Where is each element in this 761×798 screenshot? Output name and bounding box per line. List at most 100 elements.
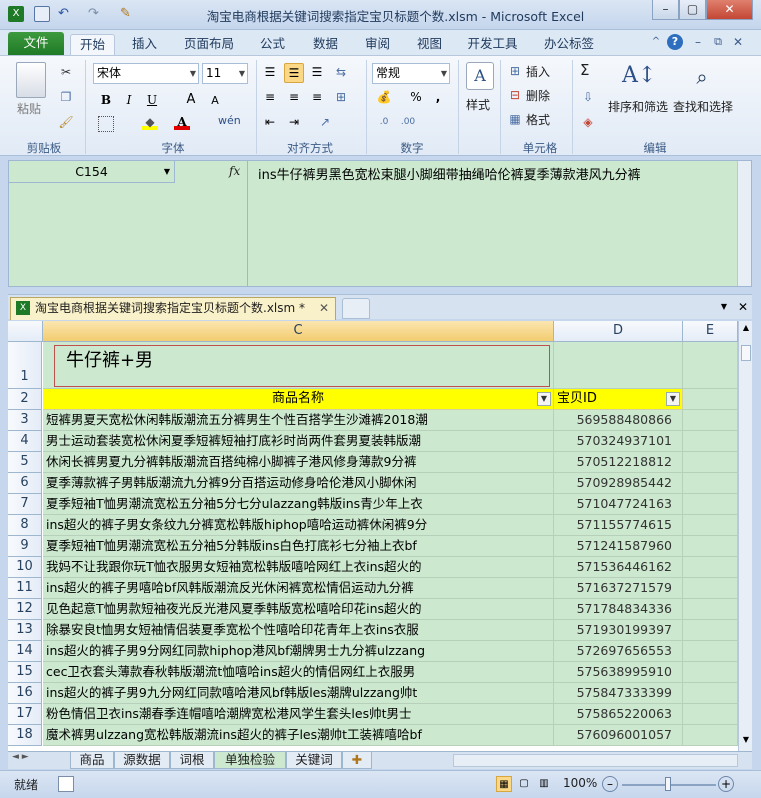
shrink-font-icon[interactable]: A: [207, 93, 223, 109]
tab-home[interactable]: 开始: [70, 34, 115, 55]
cell-e[interactable]: [683, 536, 738, 557]
cell-e[interactable]: [683, 704, 738, 725]
paste-icon[interactable]: [16, 62, 46, 98]
row-header[interactable]: 4: [8, 431, 42, 452]
cell-c1[interactable]: 牛仔裤+男: [43, 342, 554, 389]
tab-page-layout[interactable]: 页面布局: [178, 34, 240, 55]
cell-e[interactable]: [683, 452, 738, 473]
merge-center-icon[interactable]: ⊞: [333, 89, 349, 105]
row-header[interactable]: 2: [8, 389, 42, 410]
zoom-slider-thumb[interactable]: [665, 777, 671, 791]
cell-d1[interactable]: [554, 342, 683, 389]
insert-cells-button[interactable]: 插入: [526, 63, 550, 80]
product-name-cell[interactable]: 男士运动套装宽松休闲夏季短裤短袖打底衫时尚两件套男夏装韩版潮: [43, 431, 554, 452]
font-size-combo[interactable]: 11 ▼: [202, 63, 248, 84]
align-left-icon[interactable]: ≡: [262, 89, 278, 105]
copy-icon[interactable]: ❐: [58, 89, 74, 105]
styles-icon[interactable]: A: [466, 62, 494, 90]
clear-icon[interactable]: ◈: [580, 114, 596, 130]
find-select-button[interactable]: 查找和选择: [673, 98, 733, 115]
cell-e[interactable]: [683, 410, 738, 431]
row-header[interactable]: 12: [8, 599, 42, 620]
paste-button[interactable]: 粘贴: [17, 100, 41, 117]
row-header[interactable]: 9: [8, 536, 42, 557]
close-tab-icon[interactable]: ✕: [319, 298, 329, 319]
decrease-decimal-icon[interactable]: .00: [400, 114, 416, 130]
sheet-nav-icon[interactable]: ◄ ►: [12, 752, 29, 762]
sheet-tab-products[interactable]: 商品: [70, 752, 114, 769]
macro-record-icon[interactable]: [58, 776, 74, 792]
tab-insert[interactable]: 插入: [122, 34, 167, 55]
item-id-cell[interactable]: 571637271579: [554, 578, 683, 599]
comma-icon[interactable]: ,: [430, 89, 446, 105]
format-painter-icon[interactable]: 🖌: [58, 114, 74, 130]
item-id-cell[interactable]: 572697656553: [554, 641, 683, 662]
item-id-cell[interactable]: 571536446162: [554, 557, 683, 578]
product-name-cell[interactable]: ins超火的裤子男9九分网红同款嘻哈港风bf韩版les潮牌ulzzang帅t: [43, 683, 554, 704]
find-select-icon[interactable]: ⌕: [688, 62, 716, 92]
format-cells-icon[interactable]: ▦: [507, 111, 523, 127]
sort-filter-icon[interactable]: A↕: [622, 61, 656, 93]
column-header-c[interactable]: C: [43, 321, 554, 342]
cell-e[interactable]: [683, 599, 738, 620]
align-right-icon[interactable]: ≡: [309, 89, 325, 105]
row-header[interactable]: 16: [8, 683, 42, 704]
tab-data[interactable]: 数据: [303, 34, 348, 55]
cell-e[interactable]: [683, 620, 738, 641]
product-name-cell[interactable]: 短裤男夏天宽松休闲韩版潮流五分裤男生个性百搭学生沙滩裤2018潮: [43, 410, 554, 431]
fill-color-icon[interactable]: ◆: [142, 114, 158, 130]
product-name-cell[interactable]: ins超火的裤子男女条纹九分裤宽松韩版hiphop嘻哈运动裤休闲裤9分: [43, 515, 554, 536]
row-header[interactable]: 13: [8, 620, 42, 641]
help-icon[interactable]: ?: [667, 34, 683, 50]
cell-e[interactable]: [683, 662, 738, 683]
column-header-d[interactable]: D: [554, 321, 683, 342]
phonetic-button[interactable]: wén: [218, 114, 241, 127]
product-name-cell[interactable]: ins超火的裤子男嘻哈bf风韩版潮流反光休闲裤宽松情侣运动九分裤: [43, 578, 554, 599]
align-middle-icon[interactable]: ☰: [284, 63, 304, 83]
row-header[interactable]: 5: [8, 452, 42, 473]
item-id-cell[interactable]: 575638995910: [554, 662, 683, 683]
wb-minimize-icon[interactable]: –: [690, 34, 706, 50]
item-id-cell[interactable]: 576096001057: [554, 725, 683, 746]
zoom-level[interactable]: 100%: [563, 776, 597, 790]
row-header[interactable]: 11: [8, 578, 42, 599]
cut-icon[interactable]: ✂: [58, 64, 74, 80]
tab-list-icon[interactable]: ▼: [716, 299, 732, 315]
formula-scrollbar[interactable]: [737, 161, 751, 286]
horizontal-scrollbar[interactable]: [453, 754, 738, 767]
cell-e[interactable]: [683, 494, 738, 515]
product-name-cell[interactable]: 夏季短袖T恤男潮流宽松五分袖5分韩版ins白色打底衫七分袖上衣bf: [43, 536, 554, 557]
cell-e1[interactable]: [683, 342, 738, 389]
item-id-cell[interactable]: 571155774615: [554, 515, 683, 536]
product-name-cell[interactable]: 除暴安良t恤男女短袖情侣装夏季宽松个性嘻哈印花青年上衣ins衣服: [43, 620, 554, 641]
item-id-cell[interactable]: 570928985442: [554, 473, 683, 494]
insert-sheet-icon[interactable]: ✚: [342, 752, 372, 769]
cell-e[interactable]: [683, 431, 738, 452]
cell-e[interactable]: [683, 725, 738, 746]
header-product-name[interactable]: 商品名称 ▼: [43, 389, 554, 410]
wb-restore-icon[interactable]: ⧉: [710, 34, 726, 50]
underline-icon[interactable]: U: [144, 92, 160, 108]
customize-icon[interactable]: ✎: [120, 6, 136, 22]
item-id-cell[interactable]: 571047724163: [554, 494, 683, 515]
undo-icon[interactable]: ↶: [58, 6, 74, 22]
row-header[interactable]: 7: [8, 494, 42, 515]
delete-cells-button[interactable]: 删除: [526, 87, 550, 104]
minimize-button[interactable]: –: [652, 0, 679, 20]
row-header[interactable]: 10: [8, 557, 42, 578]
zoom-out-icon[interactable]: –: [602, 776, 618, 792]
formula-input[interactable]: ins牛仔裤男黑色宽松束腿小脚细带抽绳哈伦裤夏季薄款港风九分裤: [247, 161, 737, 286]
tab-developer[interactable]: 开发工具: [460, 34, 525, 55]
font-name-combo[interactable]: 宋体 ▼: [93, 63, 199, 84]
item-id-cell[interactable]: 571241587960: [554, 536, 683, 557]
workbook-tab[interactable]: X 淘宝电商根据关键词搜索指定宝贝标题个数.xlsm * ✕: [10, 297, 336, 320]
close-workbook-icon[interactable]: ✕: [735, 299, 751, 315]
currency-icon[interactable]: 💰: [376, 89, 392, 105]
tab-file[interactable]: 文件: [8, 32, 64, 55]
name-box[interactable]: C154 ▼: [9, 161, 175, 183]
product-name-cell[interactable]: cec卫衣套头薄款春秋韩版潮流t恤嘻哈ins超火的情侣网红上衣服男: [43, 662, 554, 683]
product-name-cell[interactable]: 粉色情侣卫衣ins潮春季连帽嘻哈潮牌宽松港风学生套头les帅t男士: [43, 704, 554, 725]
redo-icon[interactable]: ↷: [88, 6, 104, 22]
tab-view[interactable]: 视图: [407, 34, 452, 55]
collapse-ribbon-icon[interactable]: ^: [648, 34, 664, 50]
